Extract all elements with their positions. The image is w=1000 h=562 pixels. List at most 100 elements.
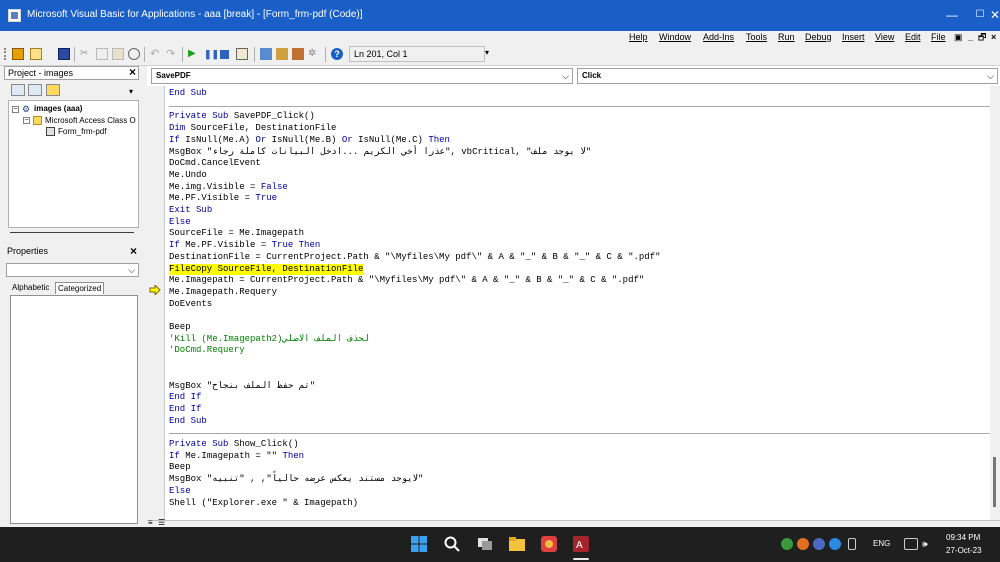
vertical-scrollbar[interactable] bbox=[990, 86, 1000, 520]
code-line[interactable]: Dim SourceFile, DestinationFile bbox=[169, 123, 336, 134]
search-icon[interactable] bbox=[443, 535, 461, 553]
code-line[interactable]: Me.Imagepath.Requery bbox=[169, 287, 277, 298]
task-view-icon[interactable] bbox=[476, 535, 494, 553]
code-line[interactable]: Else bbox=[169, 486, 191, 497]
menu-tools[interactable]: Tools bbox=[746, 31, 767, 44]
menu-file[interactable]: File bbox=[931, 31, 946, 44]
menu-insert[interactable]: Insert bbox=[842, 31, 865, 44]
menu-view[interactable]: View bbox=[875, 31, 894, 44]
break-icon[interactable]: ❚❚ bbox=[204, 48, 219, 60]
code-line[interactable]: MsgBox "لايوجد مستند يعكس عرضه حالياً", … bbox=[169, 474, 423, 485]
undo-icon[interactable]: ↶ bbox=[150, 48, 162, 60]
code-line[interactable]: If IsNull(Me.A) Or IsNull(Me.B) Or IsNul… bbox=[169, 135, 450, 146]
copy-icon[interactable] bbox=[96, 48, 108, 60]
close-button[interactable]: ✕ bbox=[990, 5, 1000, 25]
panel-scroll-icon[interactable]: ▾ bbox=[129, 87, 133, 96]
properties-grid[interactable] bbox=[10, 295, 138, 524]
full-module-view-icon[interactable]: ☰ bbox=[158, 518, 165, 527]
toolbox-icon[interactable]: ✲ bbox=[308, 48, 320, 60]
tab-alphabetic[interactable]: Alphabetic bbox=[10, 282, 51, 294]
help-icon[interactable]: ? bbox=[331, 48, 343, 60]
child-restore-button[interactable]: 🗗 bbox=[978, 31, 986, 44]
child-minimize-button[interactable]: _ bbox=[968, 31, 973, 44]
code-line[interactable]: Me.Undo bbox=[169, 170, 207, 181]
code-line[interactable]: Private Sub SavePDF_Click() bbox=[169, 111, 315, 122]
code-line[interactable]: DestinationFile = CurrentProject.Path & … bbox=[169, 252, 660, 263]
code-line[interactable]: DoCmd.CancelEvent bbox=[169, 158, 261, 169]
view-code-icon[interactable] bbox=[11, 84, 25, 96]
procedure-combo[interactable]: Click ⌵ bbox=[577, 68, 998, 84]
input-language-indicator[interactable]: ENG bbox=[873, 539, 890, 548]
menu-add-ins[interactable]: Add-Ins bbox=[703, 31, 734, 44]
redo-icon[interactable]: ↷ bbox=[166, 48, 178, 60]
menu-edit[interactable]: Edit bbox=[905, 31, 921, 44]
view-object-icon[interactable] bbox=[28, 84, 42, 96]
run-icon[interactable]: ▶ bbox=[188, 48, 200, 60]
view-access-icon[interactable] bbox=[12, 48, 24, 60]
panel-splitter[interactable] bbox=[10, 232, 134, 233]
tray-app-icon[interactable] bbox=[797, 538, 809, 550]
network-icon[interactable] bbox=[904, 538, 918, 550]
menu-debug[interactable]: Debug bbox=[805, 31, 832, 44]
code-line[interactable]: If Me.Imagepath = "" Then bbox=[169, 451, 304, 462]
insert-module-icon[interactable] bbox=[30, 48, 42, 60]
toggle-folders-icon[interactable] bbox=[46, 84, 60, 96]
code-line[interactable]: If Me.PF.Visible = True Then bbox=[169, 240, 320, 251]
code-line[interactable]: End Sub bbox=[169, 416, 207, 427]
code-line[interactable]: End If bbox=[169, 404, 201, 415]
volume-icon[interactable]: 🕪 bbox=[922, 538, 934, 550]
code-line[interactable]: 'DoCmd.Requery bbox=[169, 345, 245, 356]
code-line[interactable]: 'Kill (Me.Imagepath2)لحذف الملف الاصلي bbox=[169, 334, 369, 345]
project-explorer-close-button[interactable]: × bbox=[129, 66, 136, 78]
code-line[interactable]: Me.Imagepath = CurrentProject.Path & "\M… bbox=[169, 275, 644, 286]
code-line[interactable]: Me.PF.Visible = True bbox=[169, 193, 277, 204]
tray-app-icon[interactable] bbox=[829, 538, 841, 550]
code-line[interactable]: Else bbox=[169, 217, 191, 228]
menu-window[interactable]: Window bbox=[659, 31, 691, 44]
properties-window-icon[interactable] bbox=[276, 48, 288, 60]
find-icon[interactable] bbox=[128, 48, 140, 60]
code-line[interactable]: DoEvents bbox=[169, 299, 212, 310]
tray-app-icon[interactable] bbox=[781, 538, 793, 550]
code-editor[interactable]: End Sub Private Sub SavePDF_Click() Dim So… bbox=[169, 86, 990, 520]
tray-app-icon[interactable] bbox=[813, 538, 825, 550]
file-explorer-icon[interactable] bbox=[508, 535, 526, 553]
cut-icon[interactable]: ✂ bbox=[80, 48, 92, 60]
code-line[interactable]: MsgBox "عذرا أخي الكريم ...ادخل البيانات… bbox=[169, 147, 591, 158]
menu-help[interactable]: Help bbox=[629, 31, 648, 44]
object-combo[interactable]: SavePDF ⌵ bbox=[151, 68, 573, 84]
child-close-button[interactable]: × bbox=[991, 31, 996, 44]
code-line[interactable]: FileCopy SourceFile, DestinationFile bbox=[169, 263, 364, 275]
object-selector[interactable]: ⌵ bbox=[6, 263, 139, 277]
code-margin-indicator-bar[interactable] bbox=[147, 86, 165, 520]
scrollbar-thumb[interactable] bbox=[993, 457, 996, 507]
tree-item-form[interactable]: Form_frm-pdf bbox=[58, 127, 106, 136]
properties-close-button[interactable]: × bbox=[130, 244, 137, 258]
clock-date[interactable]: 27-Oct-23 bbox=[946, 546, 982, 555]
code-line[interactable]: End Sub bbox=[169, 88, 207, 99]
code-line[interactable]: Shell ("Explorer.exe " & Imagepath) bbox=[169, 498, 358, 509]
paste-icon[interactable] bbox=[112, 48, 124, 60]
design-mode-icon[interactable] bbox=[236, 48, 248, 60]
menu-run[interactable]: Run bbox=[778, 31, 795, 44]
tab-categorized[interactable]: Categorized bbox=[55, 282, 105, 294]
toolbar-options-icon[interactable]: ▾ bbox=[485, 48, 493, 62]
expand-toggle-icon[interactable]: − bbox=[12, 106, 19, 113]
expand-toggle-icon[interactable]: − bbox=[23, 117, 30, 124]
procedure-view-icon[interactable]: ≡ bbox=[148, 518, 153, 527]
code-line[interactable]: MsgBox "تم حفظ الملف بنجاح" bbox=[169, 381, 315, 392]
code-line[interactable]: Private Sub Show_Click() bbox=[169, 439, 299, 450]
project-explorer-icon[interactable] bbox=[260, 48, 272, 60]
paint-app-icon[interactable] bbox=[540, 535, 558, 553]
object-browser-icon[interactable] bbox=[292, 48, 304, 60]
code-line[interactable]: Beep bbox=[169, 322, 191, 333]
code-line[interactable]: End If bbox=[169, 392, 201, 403]
toolbar-grip[interactable] bbox=[4, 48, 8, 60]
tree-item-class-objects[interactable]: Microsoft Access Class O bbox=[45, 116, 136, 125]
tray-device-icon[interactable] bbox=[848, 538, 856, 550]
code-line[interactable]: Beep bbox=[169, 462, 191, 473]
access-app-icon[interactable]: A bbox=[572, 535, 590, 553]
save-icon[interactable] bbox=[58, 48, 70, 60]
code-line[interactable]: Exit Sub bbox=[169, 205, 212, 216]
reset-icon[interactable] bbox=[220, 50, 229, 59]
